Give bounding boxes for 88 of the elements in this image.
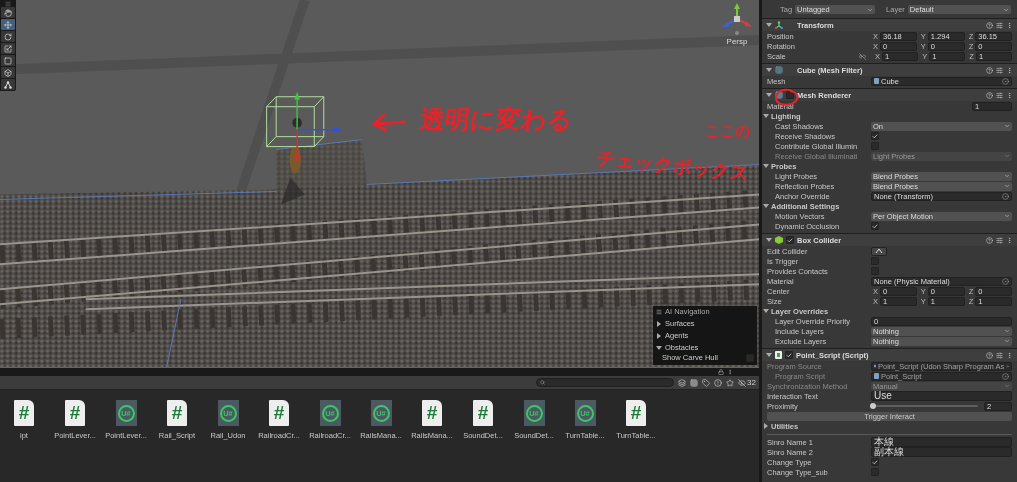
foldout-arrow-icon[interactable] (766, 23, 772, 27)
help-icon[interactable] (986, 236, 993, 244)
help-icon[interactable] (986, 66, 993, 74)
more-icon[interactable] (727, 369, 733, 375)
nodes-icon (875, 248, 883, 254)
grip-icon[interactable] (5, 0, 11, 7)
tool-button[interactable] (1, 67, 15, 78)
check-icon (872, 458, 878, 466)
script-file-icon[interactable]: # (167, 400, 187, 426)
move-icon (4, 20, 12, 29)
chevron-down-icon (1003, 6, 1009, 13)
orientation-gizmo[interactable] (721, 3, 753, 37)
script-file-icon[interactable]: # (14, 400, 34, 426)
search-field[interactable] (536, 378, 675, 387)
checkbox[interactable] (785, 351, 793, 359)
foldout-arrow-icon[interactable] (657, 332, 661, 339)
foldout-arrow-icon[interactable] (763, 204, 769, 208)
alert-icon[interactable] (714, 378, 723, 387)
slider-thumb[interactable] (870, 403, 877, 409)
tool-button[interactable] (1, 7, 15, 18)
help-icon[interactable] (986, 351, 993, 359)
check-icon (872, 132, 878, 140)
layers-icon[interactable] (678, 378, 687, 387)
foldout-arrow-icon[interactable] (766, 93, 772, 97)
tool-button[interactable] (1, 79, 15, 90)
projection-label[interactable]: Persp (726, 37, 748, 46)
checkbox[interactable] (786, 236, 794, 244)
chevron-down-icon (1004, 213, 1010, 219)
edit-collider-button[interactable] (871, 246, 887, 256)
foldout-arrow-icon[interactable] (764, 423, 768, 429)
sliders-icon[interactable] (996, 351, 1003, 359)
tool-button[interactable] (1, 43, 15, 54)
cube-icon (775, 236, 783, 244)
sliders-icon[interactable] (996, 91, 1003, 99)
object-picker-icon[interactable] (1002, 192, 1009, 200)
nodes-icon (4, 80, 12, 89)
cube-icon (4, 68, 12, 77)
object-picker-icon[interactable] (1002, 77, 1009, 85)
text-field[interactable]: Use (871, 391, 1012, 401)
foldout-arrow-icon[interactable] (657, 320, 661, 327)
script-file-icon[interactable]: # (626, 400, 646, 426)
hidden-count: 32 (747, 378, 756, 387)
lock-icon[interactable] (718, 369, 724, 375)
chevron-down-icon (1004, 123, 1010, 129)
annotation-text: チェックボックス (596, 148, 750, 183)
check-icon (872, 222, 878, 230)
text-field[interactable]: 副本線 (871, 447, 1012, 457)
script-file-icon[interactable]: # (473, 400, 493, 426)
chevron-down-icon (1004, 383, 1010, 389)
tag-icon[interactable] (702, 378, 711, 387)
arrow-icon (372, 113, 406, 131)
checkbox[interactable] (871, 222, 879, 230)
transform-icon (775, 21, 783, 29)
search-icon (540, 380, 546, 385)
scale-icon (4, 44, 12, 53)
rotate-icon (4, 32, 12, 41)
script-file-icon[interactable]: # (65, 400, 85, 426)
checkbox[interactable] (871, 132, 879, 140)
tool-button[interactable] (1, 31, 15, 42)
star-icon[interactable] (726, 378, 735, 387)
grip-icon[interactable] (656, 308, 662, 315)
sliders-icon[interactable] (996, 236, 1003, 244)
foldout-arrow-icon[interactable] (763, 114, 769, 118)
script-file-icon[interactable]: # (269, 400, 289, 426)
script-icon (775, 351, 782, 359)
object-picker-icon[interactable] (1002, 277, 1009, 285)
help-icon[interactable] (986, 91, 993, 99)
text-field[interactable]: 本線 (871, 437, 1012, 447)
annotation-text: ここの (705, 124, 750, 139)
foldout-arrow-icon[interactable] (656, 345, 662, 350)
chevron-down-icon (867, 6, 874, 13)
script-file-icon[interactable]: # (422, 400, 442, 426)
annotation-text: 透明に変わる (418, 107, 575, 132)
foldout-arrow-icon[interactable] (766, 68, 772, 72)
chevron-down-icon (1004, 153, 1010, 159)
hand-icon (4, 8, 12, 17)
sliders-icon[interactable] (996, 66, 1003, 74)
rect-icon (4, 56, 12, 65)
unlink-icon[interactable] (859, 52, 866, 60)
help-icon[interactable] (986, 21, 993, 29)
check-icon (787, 236, 793, 244)
hidden-icon[interactable] (738, 378, 747, 387)
check-icon (786, 351, 792, 359)
checkbox[interactable] (786, 91, 794, 99)
foldout-arrow-icon[interactable] (763, 309, 769, 313)
foldout-arrow-icon[interactable] (763, 164, 769, 168)
sliders-icon[interactable] (996, 21, 1003, 29)
checkbox[interactable] (871, 458, 879, 466)
